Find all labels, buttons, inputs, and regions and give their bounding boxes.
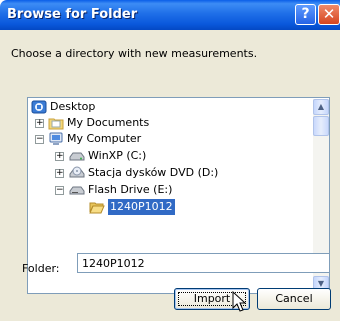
title-bar[interactable]: Browse for Folder ? ✕ bbox=[0, 0, 340, 30]
tree-item-flash-drive[interactable]: − Flash Drive (E:) bbox=[28, 182, 308, 198]
collapse-icon[interactable]: − bbox=[55, 186, 64, 195]
folder-open-icon bbox=[89, 202, 105, 214]
instruction-text: Choose a directory with new measurements… bbox=[11, 47, 258, 60]
tree-item-selected-folder[interactable]: 1240P1012 bbox=[28, 199, 308, 215]
expand-icon[interactable]: + bbox=[55, 169, 64, 178]
tree-item-desktop[interactable]: Desktop bbox=[28, 99, 308, 115]
removable-drive-icon bbox=[69, 186, 85, 195]
tree-item-label: 1240P1012 bbox=[108, 199, 175, 215]
desktop-icon bbox=[31, 100, 47, 114]
expand-icon[interactable]: + bbox=[55, 152, 64, 161]
dialog-body: Choose a directory with new measurements… bbox=[0, 30, 340, 321]
tree-item-label: Flash Drive (E:) bbox=[88, 183, 173, 196]
tree-item-winxp-drive[interactable]: + WinXP (C:) bbox=[28, 148, 308, 164]
tree-item-my-computer[interactable]: − My Computer bbox=[28, 131, 308, 147]
tree-item-label: Desktop bbox=[50, 100, 96, 113]
my-computer-icon bbox=[49, 132, 63, 145]
close-button[interactable]: ✕ bbox=[318, 4, 340, 25]
tree-item-label: My Computer bbox=[67, 132, 142, 145]
tree-item-my-documents[interactable]: + My Documents bbox=[28, 115, 308, 131]
tree-item-label: WinXP (C:) bbox=[88, 149, 147, 162]
folder-input[interactable] bbox=[77, 253, 330, 273]
scroll-thumb[interactable] bbox=[313, 116, 329, 136]
folder-label: Folder: bbox=[22, 262, 60, 275]
tree-item-dvd-drive[interactable]: + Stacja dysków DVD (D:) bbox=[28, 165, 308, 181]
expand-icon[interactable]: + bbox=[35, 119, 44, 128]
browse-for-folder-dialog: Browse for Folder ? ✕ Choose a directory… bbox=[0, 0, 340, 321]
scroll-up-button[interactable]: ▲ bbox=[313, 99, 329, 115]
hard-drive-icon bbox=[69, 152, 85, 161]
tree-item-label: My Documents bbox=[67, 116, 150, 129]
tree-item-label: Stacja dysków DVD (D:) bbox=[88, 166, 219, 179]
cancel-button[interactable]: Cancel bbox=[257, 288, 331, 310]
dialog-title: Browse for Folder bbox=[7, 7, 138, 22]
my-documents-icon bbox=[48, 118, 64, 130]
help-button[interactable]: ? bbox=[295, 4, 316, 25]
dvd-drive-icon bbox=[69, 166, 85, 178]
mouse-cursor-icon bbox=[232, 291, 246, 312]
collapse-icon[interactable]: − bbox=[35, 135, 44, 144]
